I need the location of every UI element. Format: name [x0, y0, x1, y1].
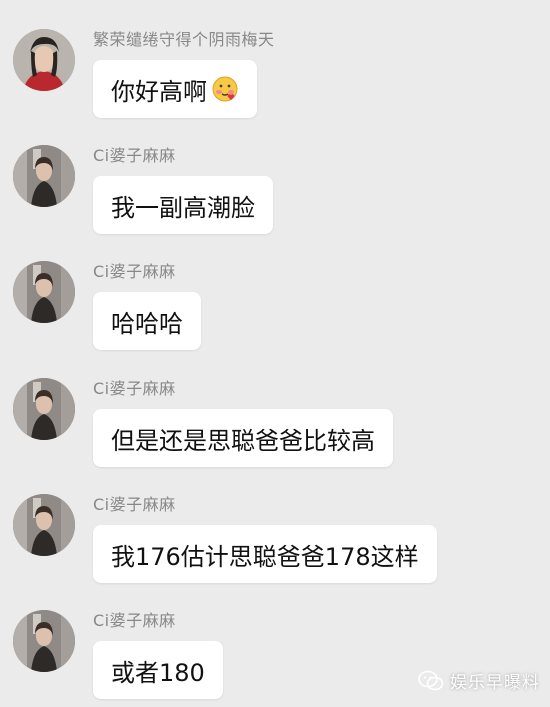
avatar[interactable] — [13, 494, 75, 556]
chat-message: Ci婆子麻麻 但是还是思聪爸爸比较高 — [0, 375, 550, 491]
message-bubble[interactable]: 我176估计思聪爸爸178这样 — [93, 525, 437, 583]
blushing-face-icon — [212, 76, 238, 102]
sender-name: Ci婆子麻麻 — [93, 379, 176, 398]
chat-thread: 繁荣缱绻守得个阴雨梅天 你好高啊 Ci婆子麻麻 我一副高潮脸 Ci婆子麻麻 哈哈… — [0, 0, 550, 707]
avatar[interactable] — [13, 29, 75, 91]
avatar[interactable] — [13, 378, 75, 440]
message-text: 或者180 — [111, 658, 205, 687]
chat-message: 繁荣缱绻守得个阴雨梅天 你好高啊 — [0, 26, 550, 142]
watermark: 娱乐早曝料 — [418, 668, 540, 693]
sender-name: 繁荣缱绻守得个阴雨梅天 — [93, 30, 275, 49]
message-bubble[interactable]: 或者180 — [93, 641, 223, 699]
message-text: 我一副高潮脸 — [111, 193, 255, 222]
sender-name: Ci婆子麻麻 — [93, 495, 176, 514]
message-bubble[interactable]: 我一副高潮脸 — [93, 176, 273, 234]
sender-name: Ci婆子麻麻 — [93, 146, 176, 165]
watermark-text: 娱乐早曝料 — [450, 673, 540, 693]
message-text: 你好高啊 — [111, 77, 207, 106]
wechat-icon — [418, 670, 444, 690]
sender-name: Ci婆子麻麻 — [93, 262, 176, 281]
avatar[interactable] — [13, 145, 75, 207]
message-bubble[interactable]: 你好高啊 — [93, 60, 257, 118]
message-text: 哈哈哈 — [111, 309, 183, 338]
message-bubble[interactable]: 但是还是思聪爸爸比较高 — [93, 409, 393, 467]
avatar[interactable] — [13, 261, 75, 323]
sender-name: Ci婆子麻麻 — [93, 611, 176, 630]
message-bubble[interactable]: 哈哈哈 — [93, 292, 201, 350]
message-text: 但是还是思聪爸爸比较高 — [111, 426, 375, 455]
avatar[interactable] — [13, 610, 75, 672]
chat-message: Ci婆子麻麻 我176估计思聪爸爸178这样 — [0, 491, 550, 607]
chat-message: Ci婆子麻麻 哈哈哈 — [0, 258, 550, 374]
message-text: 我176估计思聪爸爸178这样 — [111, 542, 419, 571]
chat-message: Ci婆子麻麻 我一副高潮脸 — [0, 142, 550, 258]
